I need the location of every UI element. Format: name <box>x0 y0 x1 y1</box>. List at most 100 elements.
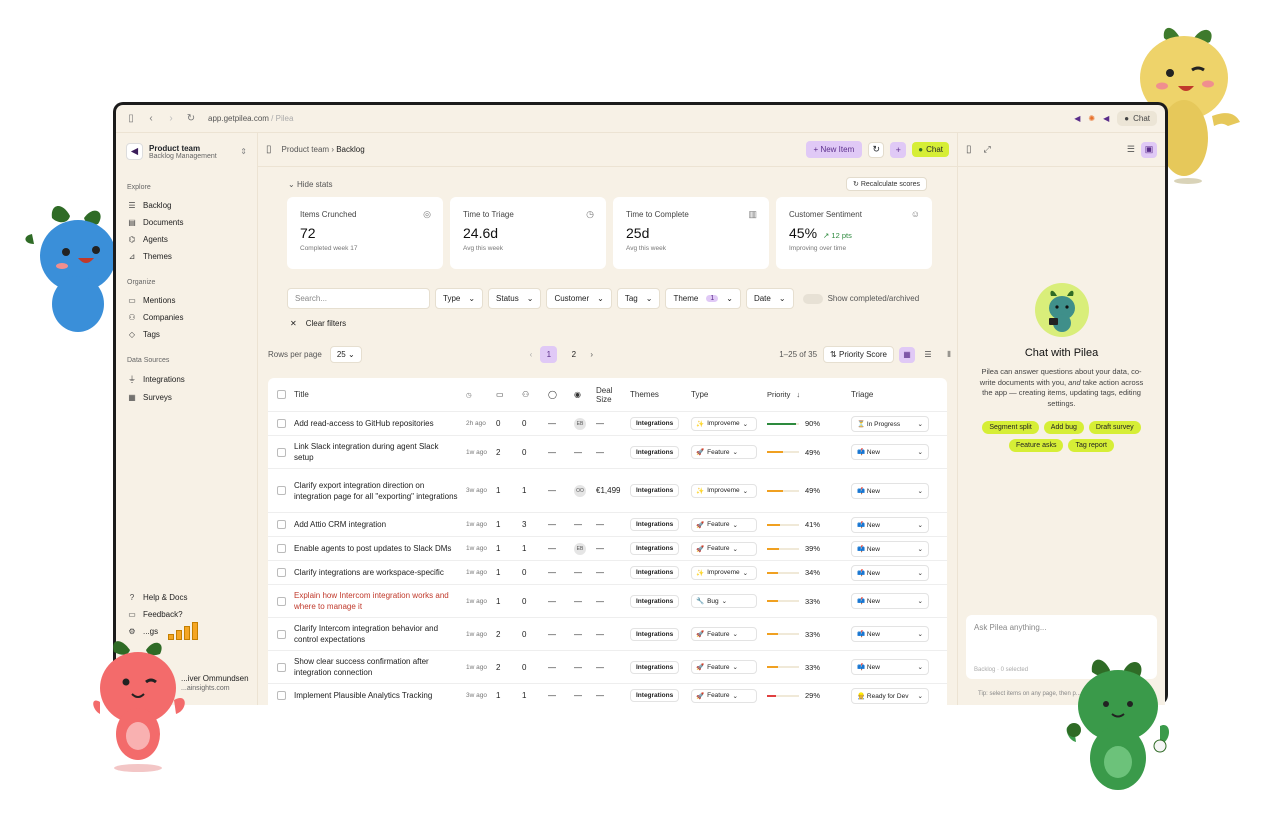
new-chat-icon[interactable]: ▣ <box>1141 141 1157 158</box>
chat-icon[interactable]: ◯ <box>548 390 574 399</box>
row-checkbox[interactable] <box>276 629 286 639</box>
triage-select[interactable]: 📫 New ⌄ <box>851 659 929 675</box>
row-checkbox[interactable] <box>276 544 286 553</box>
header-deal-size[interactable]: Deal Size <box>596 386 630 404</box>
date-filter[interactable]: Date ⌄ <box>745 288 794 309</box>
row-title[interactable]: Implement Plausible Analytics Tracking <box>294 690 466 701</box>
new-item-button[interactable]: + New Item <box>805 141 863 158</box>
triage-select[interactable]: 📫 New ⌄ <box>851 540 929 557</box>
search-input[interactable]: Search... <box>287 288 430 309</box>
table-row[interactable]: Implement Plausible Analytics Tracking 3w… <box>268 684 947 705</box>
plus-icon[interactable]: + <box>890 141 907 158</box>
user-icon[interactable]: ◉ <box>574 390 596 399</box>
theme-pill[interactable]: Integrations <box>630 594 680 608</box>
sidebar-item-tags[interactable]: ◇ Tags <box>124 326 249 343</box>
table-row[interactable]: Clarify export integration direction on … <box>268 469 947 513</box>
table-row[interactable]: Clarify Intercom integration behavior an… <box>268 618 947 651</box>
reload-icon[interactable]: ↻ <box>184 112 198 126</box>
clear-filters-button[interactable]: ✕ Clear filters <box>258 309 957 328</box>
theme-pill[interactable]: Integrations <box>630 660 680 674</box>
sidebar-toggle-icon[interactable]: ▯ <box>124 112 138 126</box>
chat-button[interactable]: ● Chat <box>912 142 949 157</box>
sort-button[interactable]: ⇅ Priority Score <box>823 346 894 363</box>
chip-tag-report[interactable]: Tag report <box>1068 439 1114 452</box>
table-row[interactable]: Enable agents to post updates to Slack D… <box>268 537 947 561</box>
recalculate-scores-button[interactable]: ↻ Recalculate scores <box>846 177 927 191</box>
row-title[interactable]: Link Slack integration during agent Slac… <box>294 441 466 463</box>
type-select[interactable]: 🚀 Feature ⌄ <box>691 541 757 556</box>
type-select[interactable]: ✨ Improveme ⌄ <box>691 416 757 431</box>
row-title[interactable]: Explain how Intercom integration works a… <box>294 590 466 612</box>
table-row[interactable]: Clarify integrations are workspace-speci… <box>268 561 947 585</box>
customer-filter[interactable]: Customer ⌄ <box>546 288 612 309</box>
row-checkbox[interactable] <box>276 486 286 495</box>
list-view-icon[interactable]: ☰ <box>920 347 936 363</box>
row-title[interactable]: Add Attio CRM integration <box>294 519 466 530</box>
type-select[interactable]: 🚀 Feature ⌄ <box>691 517 757 532</box>
browser-chat-button[interactable]: ● Chat <box>1117 111 1157 126</box>
triage-select[interactable]: 📫 New ⌄ <box>851 564 929 581</box>
table-view-icon[interactable]: ▦ <box>899 346 915 363</box>
row-title[interactable]: Clarify integrations are workspace-speci… <box>294 567 466 578</box>
sidebar-item-surveys[interactable]: ▦ Surveys <box>124 389 249 406</box>
table-row[interactable]: Link Slack integration during agent Slac… <box>268 436 947 469</box>
sidebar-item-mentions[interactable]: ▭ Mentions <box>124 292 249 309</box>
theme-pill[interactable]: Integrations <box>630 417 680 430</box>
type-select[interactable]: 🚀 Feature ⌄ <box>691 627 757 641</box>
page-1-button[interactable]: 1 <box>540 346 558 363</box>
history-list-icon[interactable]: ☰ <box>1127 144 1135 155</box>
table-row[interactable]: Explain how Intercom integration works a… <box>268 585 947 618</box>
hide-stats-toggle[interactable]: ⌄ Hide stats <box>288 180 333 189</box>
type-select[interactable]: 🚀 Feature ⌄ <box>691 660 757 674</box>
show-completed-toggle[interactable] <box>802 293 823 304</box>
split-view-icon[interactable]: ▯ <box>966 144 972 155</box>
table-row[interactable]: Add Attio CRM integration 1w ago 1 3 — — — Inte… <box>268 513 947 537</box>
header-priority[interactable]: Priority ↓ <box>767 390 851 399</box>
triage-select[interactable]: 📫 New ⌄ <box>851 482 929 499</box>
chip-segment-split[interactable]: Segment split <box>982 421 1039 434</box>
sidebar-item-agents[interactable]: ⌬ Agents <box>124 231 249 248</box>
row-title[interactable]: Enable agents to post updates to Slack D… <box>294 543 466 554</box>
row-title[interactable]: Show clear success confirmation after in… <box>294 656 466 678</box>
type-select[interactable]: 🚀 Feature ⌄ <box>691 688 757 703</box>
sidebar-item-companies[interactable]: ⚇ Companies <box>124 309 249 326</box>
row-checkbox[interactable] <box>276 596 286 606</box>
header-triage[interactable]: Triage <box>851 390 931 399</box>
pilea-extension-icon[interactable]: ◀ <box>1074 114 1080 123</box>
forward-icon[interactable]: › <box>164 112 178 126</box>
chip-add-bug[interactable]: Add bug <box>1043 421 1084 434</box>
panel-toggle-icon[interactable]: ▯ <box>266 144 272 155</box>
triage-select[interactable]: 📫 New ⌄ <box>851 444 929 460</box>
table-row[interactable]: Add read-access to GitHub repositories 2h… <box>268 412 947 436</box>
table-row[interactable]: Show clear success confirmation after in… <box>268 651 947 684</box>
page-2-button[interactable]: 2 <box>565 346 582 363</box>
row-title[interactable]: Clarify Intercom integration behavior an… <box>294 623 466 645</box>
theme-pill[interactable]: Integrations <box>630 518 680 531</box>
help-docs-link[interactable]: ? Help & Docs <box>124 589 249 606</box>
triage-select[interactable]: 📫 New ⌄ <box>851 626 929 642</box>
row-title[interactable]: Add read-access to GitHub repositories <box>294 418 466 429</box>
theme-filter[interactable]: Theme 1 ⌄ <box>665 288 741 309</box>
breadcrumb-parent[interactable]: Product team <box>282 145 330 154</box>
status-filter[interactable]: Status ⌄ <box>488 288 542 309</box>
theme-pill[interactable]: Integrations <box>630 689 680 702</box>
sidebar-item-themes[interactable]: ⊿ Themes <box>124 248 249 265</box>
sun-extension-icon[interactable]: ✺ <box>1088 114 1095 123</box>
row-checkbox[interactable] <box>276 662 286 672</box>
expand-icon[interactable]: ⤢ <box>984 144 991 155</box>
prev-page-icon[interactable]: ‹ <box>530 350 533 359</box>
type-select[interactable]: ✨ Improveme ⌄ <box>691 565 757 580</box>
next-page-icon[interactable]: › <box>590 350 593 359</box>
theme-pill[interactable]: Integrations <box>630 627 680 641</box>
kanban-view-icon[interactable]: ⦀ <box>941 347 957 363</box>
select-all-checkbox[interactable] <box>276 390 286 399</box>
triage-select[interactable]: 📫 New ⌄ <box>851 593 929 609</box>
team-switcher[interactable]: Product team Backlog Management ⇕ <box>124 141 249 170</box>
sidebar-item-integrations[interactable]: ⏚ Integrations <box>124 370 249 389</box>
pilea-extension-icon-2[interactable]: ◀ <box>1103 114 1109 123</box>
type-select[interactable]: 🔧 Bug ⌄ <box>691 594 757 608</box>
header-title[interactable]: Title <box>294 389 466 400</box>
chip-feature-asks[interactable]: Feature asks <box>1009 439 1064 452</box>
theme-pill[interactable]: Integrations <box>630 542 680 555</box>
clock-icon[interactable]: ◷ <box>466 391 496 399</box>
